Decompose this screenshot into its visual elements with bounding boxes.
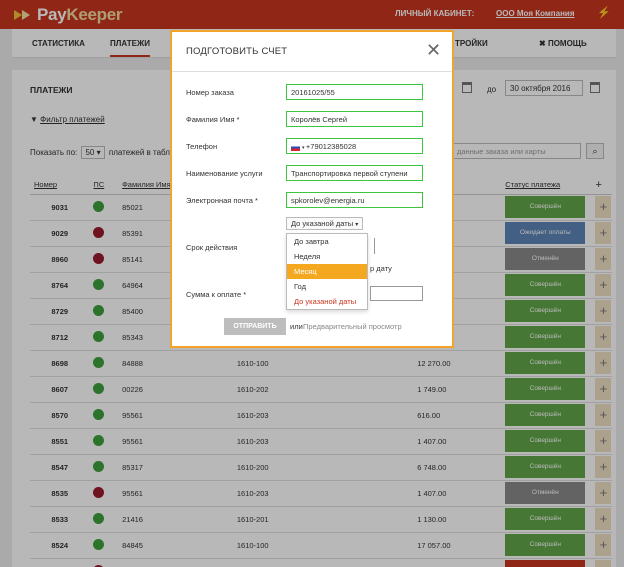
modal-divider xyxy=(172,71,452,72)
email-label: Электронная почта * xyxy=(186,196,258,205)
sum-field[interactable] xyxy=(370,286,423,301)
term-option-month[interactable]: Месяц xyxy=(287,264,367,279)
term-label: Срок действия xyxy=(186,243,238,252)
term-option-week[interactable]: Неделя xyxy=(287,249,367,264)
term-option-custom-date[interactable]: До указаной даты xyxy=(287,294,367,309)
term-option-year[interactable]: Год xyxy=(287,279,367,294)
phone-value: +79012385028 xyxy=(305,142,357,151)
phone-label: Телефон xyxy=(186,142,218,151)
term-select[interactable]: До указаной даты ▾ xyxy=(286,217,364,230)
service-name-field[interactable]: Транспортировка первой ступени xyxy=(286,165,423,181)
send-button[interactable]: ОТПРАВИТЬ xyxy=(224,318,286,335)
date-tail-text: р дату xyxy=(370,264,392,273)
term-date-input[interactable] xyxy=(372,238,375,254)
sum-label: Сумма к оплате * xyxy=(186,290,247,299)
close-icon[interactable]: ✕ xyxy=(426,41,441,59)
chevron-down-icon: ▾ xyxy=(355,222,359,228)
term-dropdown-menu: До завтра Неделя Месяц Год До указаной д… xyxy=(286,233,368,310)
full-name-label: Фамилия Имя * xyxy=(186,115,240,124)
term-option-tomorrow[interactable]: До завтра xyxy=(287,234,367,249)
phone-field[interactable]: ▾ +79012385028 xyxy=(286,138,423,154)
or-text: или xyxy=(290,322,303,331)
term-selected: До указаной даты xyxy=(291,219,354,228)
preview-link[interactable]: Предварительный просмотр xyxy=(303,322,402,331)
full-name-field[interactable]: Королёв Сергей xyxy=(286,111,423,127)
service-name-label: Наименование услуги xyxy=(186,169,263,178)
russia-flag-icon[interactable] xyxy=(291,143,300,151)
order-number-field[interactable]: 20161025/55 xyxy=(286,84,423,100)
invoice-modal: ПОДГОТОВИТЬ СЧЕТ ✕ Номер заказа 20161025… xyxy=(170,30,454,348)
order-number-label: Номер заказа xyxy=(186,88,234,97)
email-field[interactable]: spkorolev@energia.ru xyxy=(286,192,423,208)
modal-title: ПОДГОТОВИТЬ СЧЕТ xyxy=(186,46,288,57)
